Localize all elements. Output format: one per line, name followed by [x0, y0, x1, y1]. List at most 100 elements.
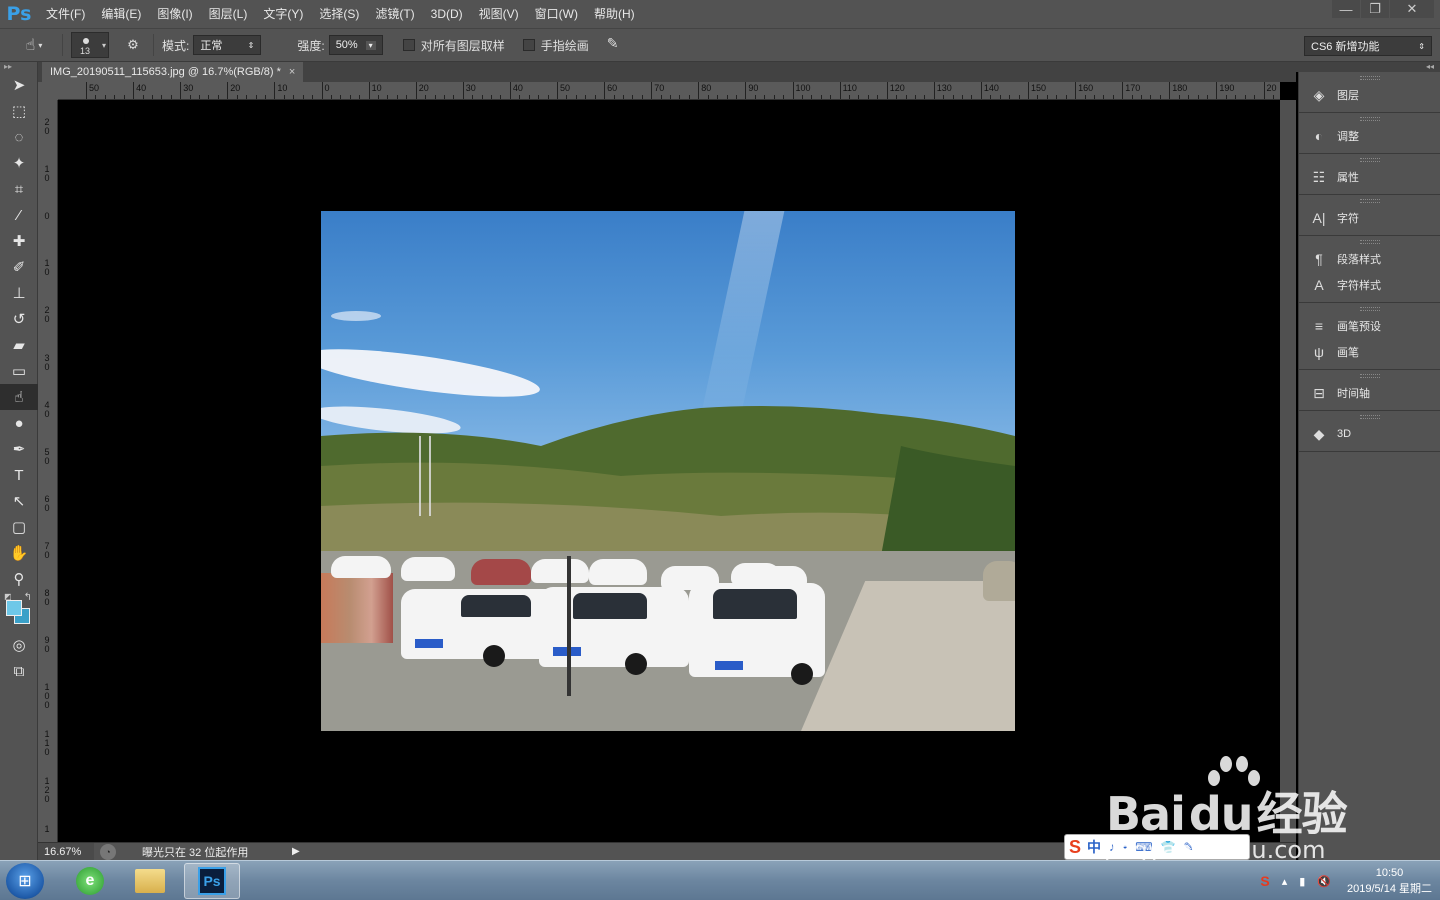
- panel-character[interactable]: A| 字符: [1299, 205, 1440, 231]
- document-tab[interactable]: IMG_20190511_115653.jpg @ 16.7%(RGB/8) *…: [42, 62, 304, 82]
- menu-select[interactable]: 选择(S): [311, 0, 367, 28]
- panel-grip[interactable]: [1359, 307, 1380, 311]
- sample-all-layers-checkbox[interactable]: [402, 39, 415, 51]
- vertical-ruler[interactable]: 201001020304050607080901001101201: [38, 100, 58, 842]
- swap-colors-icon[interactable]: ↰: [24, 592, 32, 603]
- history-brush-tool[interactable]: ↺: [0, 306, 38, 332]
- smudge-tool[interactable]: ☝: [0, 384, 38, 410]
- marquee-tool[interactable]: ⬚: [0, 98, 38, 124]
- workspace-switcher[interactable]: CS6 新增功能 ⇕: [1304, 36, 1432, 56]
- taskbar-photoshop[interactable]: Ps: [184, 863, 240, 899]
- ime-mode-chinese[interactable]: 中: [1087, 837, 1101, 857]
- panel-brush[interactable]: ψ 画笔: [1299, 339, 1440, 365]
- menu-layer[interactable]: 图层(L): [201, 0, 256, 28]
- magic-wand-tool[interactable]: ✦: [0, 150, 38, 176]
- brush-panel-toggle[interactable]: ⚙: [121, 35, 145, 55]
- document-image[interactable]: [321, 211, 1015, 731]
- rounded-rect-icon: ▢: [11, 519, 27, 536]
- zoom-level-field[interactable]: 16.67%: [38, 842, 94, 861]
- taskbar-browser[interactable]: e: [62, 863, 118, 899]
- ruler-origin[interactable]: [38, 82, 58, 100]
- pressure-toggle[interactable]: ✎: [607, 35, 623, 55]
- panel-grip[interactable]: [1359, 240, 1380, 244]
- dock-collapse-toggle[interactable]: ◂◂: [1296, 62, 1440, 72]
- dodge-tool[interactable]: ●: [0, 410, 38, 436]
- menu-3d[interactable]: 3D(D): [423, 0, 471, 28]
- panel-paragraph-styles[interactable]: ¶ 段落样式: [1299, 246, 1440, 272]
- panel-timeline[interactable]: ⊟ 时间轴: [1299, 380, 1440, 406]
- ruler-label: 40: [136, 83, 147, 93]
- system-clock[interactable]: 10:50 2019/5/14 星期二: [1347, 865, 1432, 897]
- smudge-icon: ☝: [14, 389, 24, 406]
- strength-input[interactable]: 50% ▾: [328, 35, 383, 55]
- panel-grip[interactable]: [1359, 76, 1380, 80]
- hand-tool[interactable]: ✋: [0, 540, 38, 566]
- brush-icon: ψ: [1314, 344, 1324, 360]
- menu-type[interactable]: 文字(Y): [255, 0, 311, 28]
- crop-tool[interactable]: ⌗: [0, 176, 38, 202]
- volume-muted-icon[interactable]: 🔇: [1317, 875, 1331, 888]
- pen-tool[interactable]: ✒: [0, 436, 38, 462]
- sogou-tray-icon[interactable]: S: [1260, 873, 1269, 889]
- tool-preset-picker[interactable]: ☝ ▾: [14, 33, 54, 57]
- screen-mode-button[interactable]: ⧉: [0, 658, 38, 684]
- panel-grip[interactable]: [1359, 199, 1380, 203]
- panel-label: 字符样式: [1337, 280, 1381, 292]
- path-selection-tool[interactable]: ↖: [0, 488, 38, 514]
- panel-grip[interactable]: [1359, 374, 1380, 378]
- vertical-scrollbar[interactable]: [1280, 100, 1296, 842]
- zoom-tool[interactable]: ⚲: [0, 566, 38, 592]
- network-icon[interactable]: ▮: [1299, 875, 1305, 888]
- close-button[interactable]: ✕: [1390, 0, 1434, 18]
- menu-window[interactable]: 窗口(W): [527, 0, 586, 28]
- strength-value: 50%: [335, 39, 358, 51]
- clone-stamp-tool[interactable]: ⊥: [0, 280, 38, 306]
- taskbar-explorer[interactable]: [122, 863, 178, 899]
- horizontal-ruler[interactable]: 50 40 30 20 10 0 10 20 30 40 50 60 70 80 90 100 110 120 13…: [58, 82, 1280, 100]
- menu-help[interactable]: 帮助(H): [586, 0, 643, 28]
- shape-tool[interactable]: ▢: [0, 514, 38, 540]
- panel-adjustments[interactable]: ◐ 调整: [1299, 123, 1440, 149]
- lasso-tool[interactable]: ◌: [0, 124, 38, 150]
- start-button[interactable]: ⊞: [6, 863, 44, 899]
- eraser-tool[interactable]: ▰: [0, 332, 38, 358]
- panel-layers[interactable]: ◈ 图层: [1299, 82, 1440, 108]
- type-tool[interactable]: T: [0, 462, 38, 488]
- ruler-label: 10: [277, 83, 288, 93]
- menu-file[interactable]: 文件(F): [38, 0, 93, 28]
- pen-pressure-icon: ✎: [606, 35, 619, 51]
- foreground-color[interactable]: [6, 600, 22, 616]
- brush-preset-picker[interactable]: 13 ▾: [71, 32, 109, 58]
- brush-tool[interactable]: ✐: [0, 254, 38, 280]
- panel-grip[interactable]: [1359, 415, 1380, 419]
- sogou-ime-icon: S: [1069, 836, 1082, 857]
- healing-brush-tool[interactable]: ✚: [0, 228, 38, 254]
- quick-mask-icon: ◎: [12, 637, 26, 654]
- restore-button[interactable]: ❐: [1361, 0, 1389, 18]
- minimize-button[interactable]: —: [1332, 0, 1360, 18]
- move-tool[interactable]: ➤: [0, 72, 38, 98]
- panel-character-styles[interactable]: A 字符样式: [1299, 272, 1440, 298]
- panel-properties[interactable]: ☷ 属性: [1299, 164, 1440, 190]
- panel-3d[interactable]: ◆ 3D: [1299, 421, 1440, 447]
- menu-edit[interactable]: 编辑(E): [93, 0, 149, 28]
- document-profile-icon[interactable]: ◔: [100, 843, 116, 860]
- ruler-label: 100: [44, 682, 50, 711]
- menu-filter[interactable]: 滤镜(T): [367, 0, 422, 28]
- quick-mask-button[interactable]: ◎: [0, 632, 38, 658]
- panel-grip[interactable]: [1359, 117, 1380, 121]
- menu-image[interactable]: 图像(I): [149, 0, 200, 28]
- eyedropper-tool[interactable]: ⁄: [0, 202, 38, 228]
- status-menu-arrow[interactable]: ▶: [292, 846, 300, 857]
- panel-grip[interactable]: ▸▸: [0, 62, 37, 72]
- panel-brush-presets[interactable]: ≡ 画笔预设: [1299, 313, 1440, 339]
- tools-panel: ▸▸ ➤ ⬚ ◌ ✦ ⌗ ⁄ ✚ ✐ ⊥ ↺ ▰ ▭ ☝ ● ✒ T ↖ ▢ ✋…: [0, 62, 38, 860]
- gradient-tool[interactable]: ▭: [0, 358, 38, 384]
- panel-grip[interactable]: [1359, 158, 1380, 162]
- close-tab-icon[interactable]: ×: [289, 66, 295, 78]
- menu-view[interactable]: 视图(V): [471, 0, 527, 28]
- mode-select[interactable]: 正常 ⇕: [193, 35, 262, 55]
- finger-painting-checkbox[interactable]: [522, 39, 535, 51]
- show-hidden-icons[interactable]: ▴: [1282, 875, 1288, 888]
- ruler-tick: [462, 82, 464, 99]
